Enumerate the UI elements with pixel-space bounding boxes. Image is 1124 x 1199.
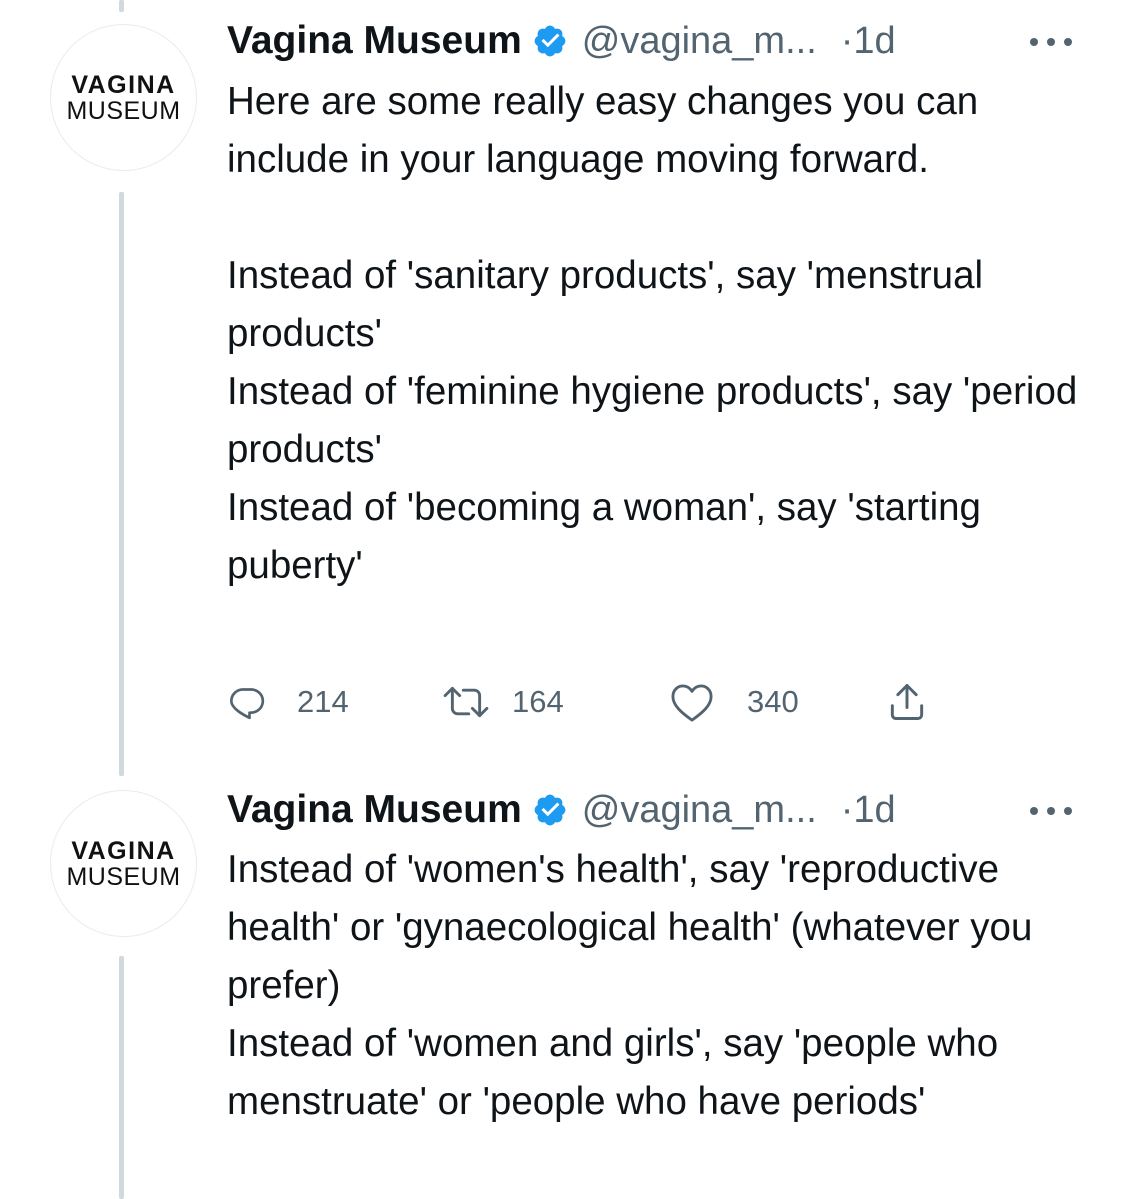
reply-icon xyxy=(230,688,265,720)
tweet-text: Instead of 'women's health', say 'reprod… xyxy=(227,841,1107,1131)
tweet-paragraph: Instead of 'women's health', say 'reprod… xyxy=(227,848,1033,1007)
share-button[interactable] xyxy=(885,672,929,732)
tweet-header: Vagina Museum @vagina_m... ·1d xyxy=(227,16,896,66)
display-name[interactable]: Vagina Museum xyxy=(227,19,522,63)
retweet-button[interactable]: 164 xyxy=(442,672,564,732)
like-button[interactable]: 340 xyxy=(669,672,799,732)
tweet-header: Vagina Museum @vagina_m... ·1d xyxy=(227,785,896,835)
avatar-text-line1: VAGINA xyxy=(71,836,176,865)
tweet-paragraph: Instead of 'feminine hygiene products', … xyxy=(227,370,1078,471)
paragraph-break xyxy=(227,189,1107,247)
avatar[interactable]: VAGINA MUSEUM xyxy=(50,24,197,171)
more-options-icon[interactable] xyxy=(1028,32,1074,52)
user-handle[interactable]: @vagina_m... xyxy=(582,789,817,832)
tweet-text: Here are some really easy changes you ca… xyxy=(227,73,1107,595)
avatar[interactable]: VAGINA MUSEUM xyxy=(50,790,197,937)
tweet-paragraph: Instead of 'sanitary products', say 'men… xyxy=(227,254,984,355)
reply-count: 214 xyxy=(297,684,349,719)
display-name[interactable]: Vagina Museum xyxy=(227,788,522,832)
tweet-paragraph: Here are some really easy changes you ca… xyxy=(227,80,979,181)
more-options-icon[interactable] xyxy=(1028,801,1074,821)
avatar-text-line1: VAGINA xyxy=(71,70,176,99)
retweet-count: 164 xyxy=(512,684,564,719)
like-count: 340 xyxy=(747,684,799,719)
retweet-icon xyxy=(443,686,489,718)
timestamp[interactable]: ·1d xyxy=(841,789,896,832)
tweet[interactable]: VAGINA MUSEUM Vagina Museum @vagina_m...… xyxy=(0,0,1124,776)
verified-badge-icon xyxy=(532,23,568,59)
avatar-text-line2: MUSEUM xyxy=(66,862,181,891)
thread-line xyxy=(119,192,124,776)
thread-line xyxy=(119,956,124,1199)
reply-button[interactable]: 214 xyxy=(227,672,349,732)
timestamp[interactable]: ·1d xyxy=(841,20,896,63)
avatar-text-line2: MUSEUM xyxy=(66,96,181,125)
tweet-actions: 214 164 340 xyxy=(227,672,987,732)
verified-badge-icon xyxy=(532,792,568,828)
tweet-paragraph: Instead of 'becoming a woman', say 'star… xyxy=(227,486,981,587)
heart-icon xyxy=(671,684,713,722)
user-handle[interactable]: @vagina_m... xyxy=(582,20,817,63)
tweet[interactable]: VAGINA MUSEUM Vagina Museum @vagina_m...… xyxy=(0,770,1124,1199)
share-icon xyxy=(890,684,924,720)
tweet-paragraph: Instead of 'women and girls', say 'peopl… xyxy=(227,1022,999,1123)
